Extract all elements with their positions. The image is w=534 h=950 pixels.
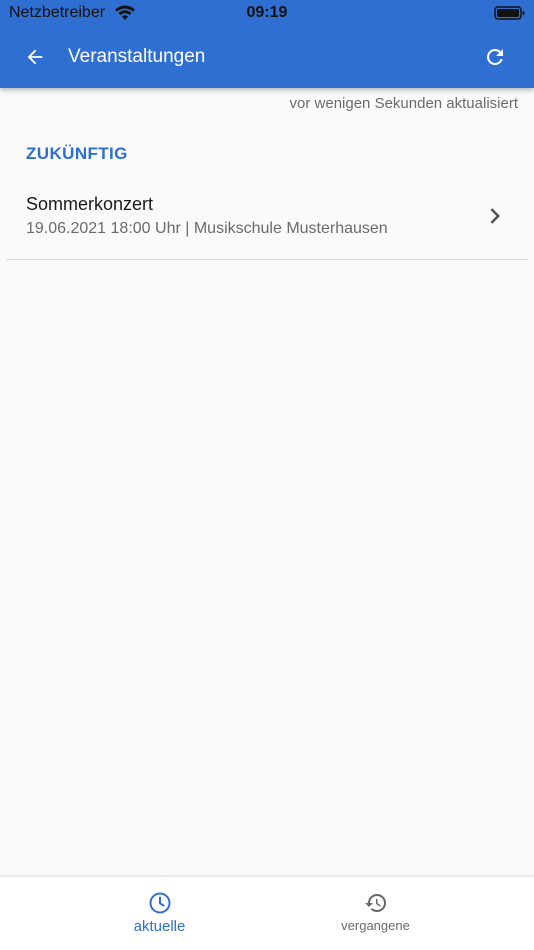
last-updated-text: vor wenigen Sekunden aktualisiert xyxy=(289,95,518,112)
tab-vergangene[interactable]: vergangene xyxy=(242,877,509,950)
back-button[interactable] xyxy=(20,42,50,72)
event-title: Sommerkonzert xyxy=(26,194,154,214)
tab-label-vergangene: vergangene xyxy=(341,918,410,933)
event-details: 19.06.2021 18:00 Uhr | Musikschule Muste… xyxy=(26,220,388,237)
page-title: Veranstaltungen xyxy=(68,46,206,67)
arrow-left-icon xyxy=(27,49,43,65)
section-header-upcoming: ZUKÜNFTIG xyxy=(26,144,128,163)
top-bar: Netzbetreiber 09:19 Veranstaltungen xyxy=(0,0,534,88)
battery-icon xyxy=(494,6,525,20)
history-icon xyxy=(364,894,386,912)
refresh-icon xyxy=(486,48,503,65)
refresh-button[interactable] xyxy=(480,42,510,72)
chevron-right-icon xyxy=(490,208,500,224)
clock-icon xyxy=(149,892,170,914)
bottom-navigation: aktuelle vergangene xyxy=(0,877,534,950)
status-time: 09:19 xyxy=(246,4,288,21)
event-list-item[interactable]: Sommerkonzert 19.06.2021 18:00 Uhr | Mus… xyxy=(6,180,528,260)
status-bar: Netzbetreiber 09:19 xyxy=(0,0,534,28)
app-bar: Veranstaltungen xyxy=(0,28,534,88)
